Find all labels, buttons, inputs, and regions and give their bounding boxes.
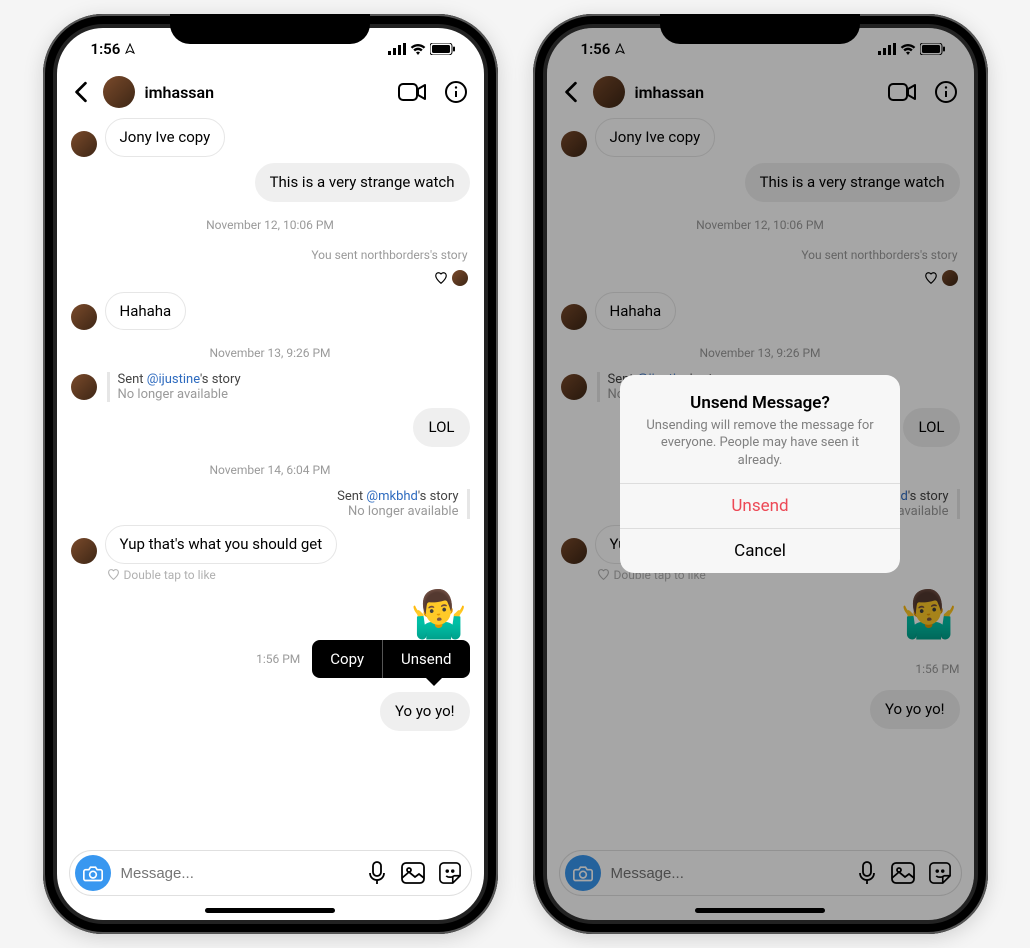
message-row: Hahaha (71, 292, 470, 331)
phone-left: 1:56 imhassan Jony Ive copy (43, 14, 498, 934)
unsend-alert: Unsend Message? Unsending will remove th… (620, 375, 900, 574)
composer (69, 850, 472, 896)
timestamp: November 13, 9:26 PM (71, 346, 470, 360)
message-row: Jony Ive copy (71, 118, 470, 157)
copy-action[interactable]: Copy (312, 640, 382, 678)
timestamp: November 14, 6:04 PM (71, 463, 470, 477)
alert-cancel-button[interactable]: Cancel (620, 528, 900, 573)
story-ref[interactable]: Sent @mkbhd's story No longer available (337, 489, 469, 519)
video-call-icon[interactable] (398, 82, 426, 102)
message-row: LOL (71, 408, 470, 447)
story-ref-row: Sent @ijustine's story No longer availab… (71, 372, 470, 402)
wifi-icon (410, 43, 426, 55)
info-icon[interactable] (444, 80, 468, 104)
story-ref[interactable]: Sent @ijustine's story No longer availab… (107, 372, 241, 402)
message-bubble-selected[interactable]: Yo yo yo! (380, 692, 469, 731)
message-time: 1:56 PM (256, 652, 300, 666)
nav-bar: imhassan (57, 70, 484, 118)
story-sent-label: You sent northborders's story (71, 248, 470, 262)
gallery-icon[interactable] (401, 862, 425, 884)
heart-outline-icon (107, 568, 120, 581)
reactor-avatar (452, 270, 468, 286)
reaction-row (71, 270, 470, 286)
sender-avatar[interactable] (71, 374, 97, 400)
timestamp: November 12, 10:06 PM (71, 218, 470, 232)
message-bubble[interactable]: Yup that's what you should get (105, 525, 338, 564)
message-input[interactable] (121, 865, 357, 882)
message-row: Yup that's what you should get (71, 525, 470, 564)
status-right (388, 43, 456, 55)
story-ref-row: Sent @mkbhd's story No longer available (71, 489, 470, 519)
notch (170, 14, 370, 44)
message-bubble[interactable]: LOL (413, 408, 469, 447)
alert-message: Unsending will remove the message for ev… (640, 417, 880, 470)
context-menu-row: 1:56 PM Copy Unsend (71, 640, 470, 678)
mention[interactable]: @ijustine (147, 372, 200, 387)
sender-avatar[interactable] (71, 538, 97, 564)
like-hint: Double tap to like (71, 568, 470, 582)
camera-button[interactable] (75, 855, 111, 891)
sticker-icon[interactable] (439, 862, 461, 884)
message-list[interactable]: Jony Ive copy This is a very strange wat… (57, 118, 484, 842)
home-indicator[interactable] (57, 906, 484, 920)
context-menu: Copy Unsend (312, 640, 469, 678)
heart-icon[interactable] (434, 271, 448, 285)
notch (660, 14, 860, 44)
alert-title: Unsend Message? (640, 393, 880, 413)
battery-icon (430, 43, 456, 55)
mic-icon[interactable] (367, 861, 387, 885)
screen: 1:56 imhassan Jony Ive copy (547, 28, 974, 920)
mention[interactable]: @mkbhd (366, 489, 417, 504)
alert-unsend-button[interactable]: Unsend (620, 483, 900, 528)
message-bubble[interactable]: This is a very strange watch (255, 163, 470, 202)
sender-avatar[interactable] (71, 131, 97, 157)
message-bubble[interactable]: Hahaha (105, 292, 187, 331)
popover-arrow-icon (426, 678, 442, 686)
modal-overlay[interactable]: Unsend Message? Unsending will remove th… (547, 28, 974, 920)
unsend-action[interactable]: Unsend (382, 640, 469, 678)
emoji-message[interactable]: 🤷‍♂️ (71, 588, 470, 642)
sender-avatar[interactable] (71, 304, 97, 330)
chat-username[interactable]: imhassan (145, 83, 388, 102)
chevron-left-icon (74, 81, 88, 103)
phone-right: 1:56 imhassan Jony Ive copy (533, 14, 988, 934)
status-time: 1:56 (91, 40, 137, 58)
message-row: Yo yo yo! (71, 692, 470, 731)
screen: 1:56 imhassan Jony Ive copy (57, 28, 484, 920)
camera-icon (83, 864, 103, 882)
signal-icon (388, 43, 406, 55)
message-row: This is a very strange watch (71, 163, 470, 202)
avatar[interactable] (103, 76, 135, 108)
message-bubble[interactable]: Jony Ive copy (105, 118, 226, 157)
back-button[interactable] (69, 81, 93, 103)
